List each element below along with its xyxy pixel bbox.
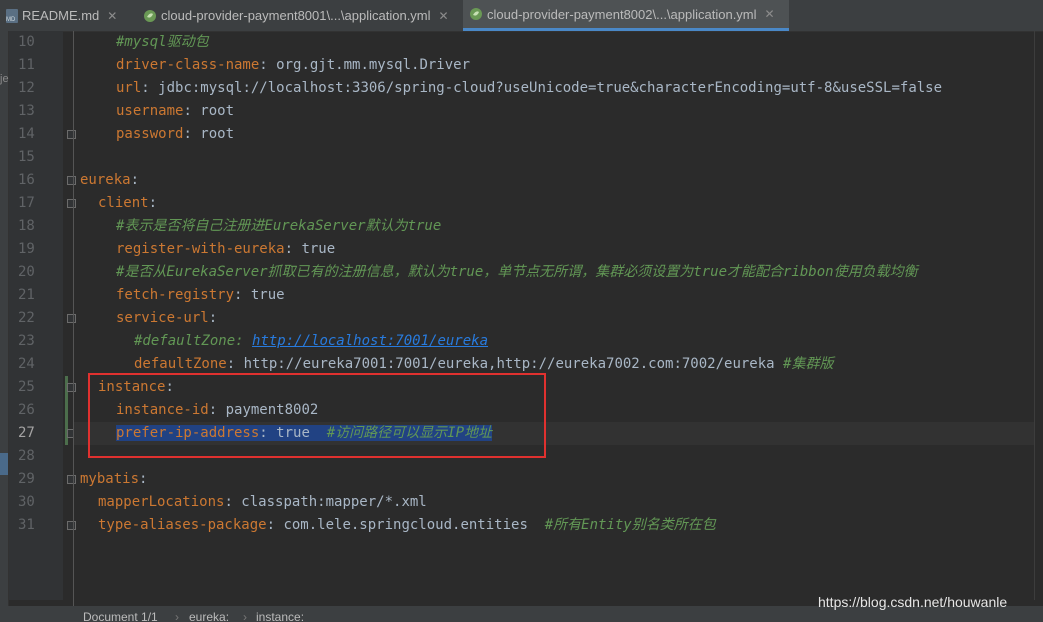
yaml-value: true — [293, 241, 336, 257]
comment: #defaultZone: — [134, 333, 253, 349]
comment: #所有Entity别名类所在包 — [544, 517, 716, 533]
yaml-key: fetch-registry — [116, 287, 235, 303]
yaml-key: service-url — [116, 310, 209, 326]
comment: #mysql驱动包 — [116, 34, 209, 50]
line-number: 12 — [18, 80, 35, 96]
code-line-10[interactable]: #mysql驱动包 — [116, 31, 209, 54]
line-number: 26 — [18, 402, 35, 418]
yaml-key: mapperLocations — [98, 494, 225, 510]
yaml-key: mybatis — [80, 471, 140, 487]
line-number: 14 — [18, 126, 35, 142]
code-line-20[interactable]: #是否从EurekaServer抓取已有的注册信息，默认为true，单节点无所谓… — [116, 261, 918, 284]
line-number: 28 — [18, 448, 35, 464]
markdown-file-icon — [6, 8, 18, 23]
yaml-key: register-with-eureka — [116, 241, 285, 257]
line-number: 20 — [18, 264, 35, 280]
line-number: 11 — [18, 57, 35, 73]
line-number: 22 — [18, 310, 35, 326]
line-number: 19 — [18, 241, 35, 257]
line-number: 16 — [18, 172, 35, 188]
yaml-value: jdbc:mysql://localhost:3306/spring-cloud… — [149, 80, 943, 96]
yaml-value: classpath:mapper/*.xml — [232, 494, 427, 510]
code-line-22[interactable]: service-url: — [116, 307, 217, 330]
line-number: 30 — [18, 494, 35, 510]
code-line-11[interactable]: driver-class-name: org.gjt.mm.mysql.Driv… — [116, 54, 470, 77]
line-number: 21 — [18, 287, 35, 303]
spring-yml-icon — [470, 8, 482, 20]
comment: #集群版 — [783, 356, 834, 372]
editor-tab-bar: README.md ✕ cloud-provider-payment8001\.… — [0, 0, 1043, 32]
tab-label: cloud-provider-payment8001\...\applicati… — [161, 8, 431, 23]
code-line-30[interactable]: mapperLocations: classpath:mapper/*.xml — [98, 491, 427, 514]
selected-project-row — [0, 453, 8, 475]
yaml-key: url — [116, 80, 142, 96]
yaml-value: true — [242, 287, 285, 303]
yaml-key: driver-class-name — [116, 57, 260, 73]
line-number: 17 — [18, 195, 35, 211]
yaml-value: root — [191, 103, 235, 119]
code-line-23[interactable]: #defaultZone: http://localhost:7001/eure… — [134, 330, 488, 353]
watermark-text: https://blog.csdn.net/houwanle — [818, 594, 1008, 610]
yaml-value: com.lele.springcloud.entities — [275, 517, 545, 533]
comment: #是否从EurekaServer抓取已有的注册信息，默认为true，单节点无所谓… — [116, 264, 918, 280]
line-number: 10 — [18, 34, 35, 50]
breadcrumb-item-eureka[interactable]: eureka: — [189, 606, 229, 622]
code-line-13[interactable]: username: root — [116, 100, 234, 123]
yaml-key: eureka — [80, 172, 131, 188]
code-line-14[interactable]: password: root — [116, 123, 234, 146]
code-line-17[interactable]: client: — [98, 192, 157, 215]
tab-payment8001-application-yml[interactable]: cloud-provider-payment8001\...\applicati… — [137, 0, 463, 31]
spring-yml-icon — [144, 9, 156, 22]
yaml-key: username — [116, 103, 184, 119]
line-number: 31 — [18, 517, 35, 533]
yaml-key: password — [116, 126, 184, 142]
document-indicator: Document 1/1 — [83, 610, 158, 622]
close-icon[interactable]: ✕ — [107, 9, 117, 23]
yaml-key: type-aliases-package — [98, 517, 267, 533]
line-number: 13 — [18, 103, 35, 119]
line-number-current: 27 — [18, 425, 35, 441]
line-number: 15 — [18, 149, 35, 165]
code-line-21[interactable]: fetch-registry: true — [116, 284, 285, 307]
code-line-12[interactable]: url: jdbc:mysql://localhost:3306/spring-… — [116, 77, 942, 100]
tab-label: cloud-provider-payment8002\...\applicati… — [487, 6, 757, 22]
code-line-18[interactable]: #表示是否将自己注册进EurekaServer默认为true — [116, 215, 441, 238]
highlight-annotation-box — [88, 373, 546, 458]
line-number: 25 — [18, 379, 35, 395]
project-panel-edge: je — [0, 31, 9, 622]
breadcrumb-separator-icon: › — [175, 610, 179, 622]
tab-label: README.md — [22, 8, 100, 23]
panel-edge-text: je — [0, 73, 9, 85]
yaml-value: http://eureka7001:7001/eureka,http://eur… — [235, 356, 784, 372]
yaml-key: client — [98, 195, 149, 211]
line-number: 29 — [18, 471, 35, 487]
tab-payment8002-application-yml[interactable]: cloud-provider-payment8002\...\applicati… — [463, 0, 789, 31]
comment: #表示是否将自己注册进EurekaServer默认为true — [116, 218, 442, 234]
close-icon[interactable]: ✕ — [765, 7, 775, 21]
line-number: 18 — [18, 218, 35, 234]
code-line-31[interactable]: type-aliases-package: com.lele.springclo… — [98, 514, 716, 537]
line-number: 24 — [18, 356, 35, 372]
code-line-16[interactable]: eureka: — [80, 169, 139, 192]
tab-readme[interactable]: README.md ✕ — [0, 0, 137, 31]
yaml-key: defaultZone — [134, 356, 227, 372]
code-line-29[interactable]: mybatis: — [80, 468, 147, 491]
yaml-value: org.gjt.mm.mysql.Driver — [267, 57, 471, 73]
line-number: 23 — [18, 333, 35, 349]
comment-url-link[interactable]: http://localhost:7001/eureka — [252, 333, 488, 349]
breadcrumb-separator-icon: › — [243, 610, 247, 622]
breadcrumb-item-instance[interactable]: instance: — [256, 606, 304, 622]
yaml-value: root — [191, 126, 235, 142]
code-line-19[interactable]: register-with-eureka: true — [116, 238, 335, 261]
close-icon[interactable]: ✕ — [439, 9, 449, 23]
